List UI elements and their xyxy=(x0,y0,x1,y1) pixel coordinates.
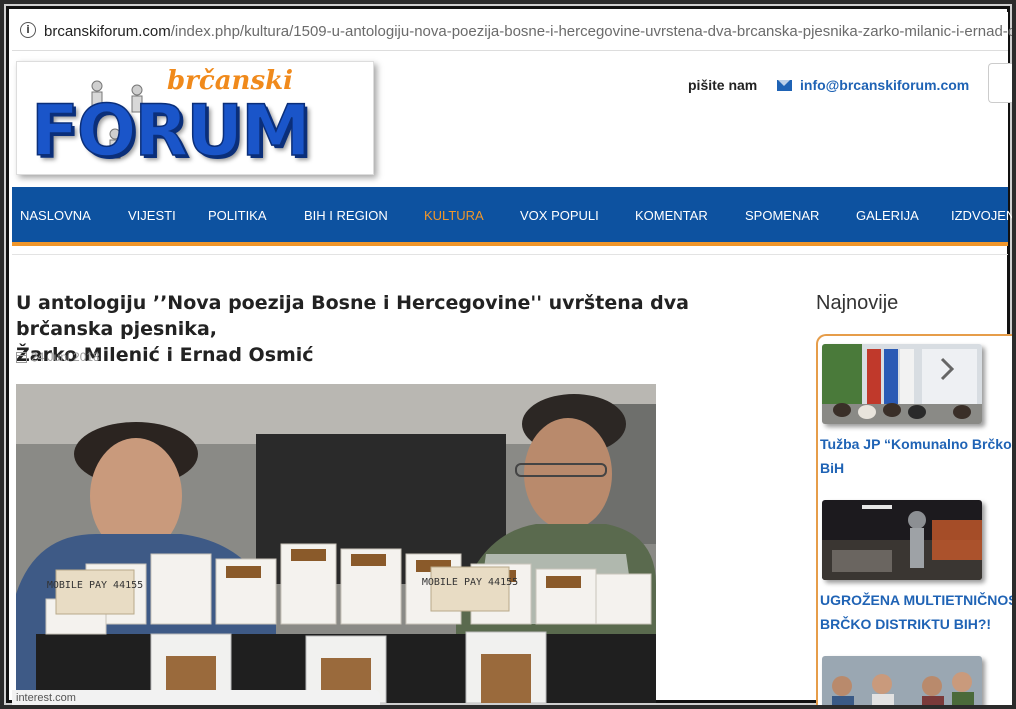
envelope-icon xyxy=(777,79,792,91)
news-thumbnail[interactable] xyxy=(822,500,982,580)
write-to-us-label: pišite nam xyxy=(688,77,758,93)
news-title-link[interactable]: UGROŽENA MULTIETNIČNOS BRČKO DISTRIKTU B… xyxy=(820,588,1016,636)
main-navigation: NASLOVNA VIJESTI POLITIKA BIH I REGION K… xyxy=(12,187,1012,246)
email-text: info@brcanskiforum.com xyxy=(800,77,970,93)
nav-item-spomenar[interactable]: SPOMENAR xyxy=(745,208,819,223)
address-bar[interactable]: i brcanskiforum.com/index.php/kultura/15… xyxy=(12,12,1012,51)
article-title-line-1: U antologiju ’’Nova poezija Bosne i Herc… xyxy=(16,292,689,340)
url-text[interactable]: brcanskiforum.com/index.php/kultura/1509… xyxy=(44,23,1016,40)
browser-window: i brcanskiforum.com/index.php/kultura/15… xyxy=(0,0,1016,709)
article-date: 24 Juni 2018 xyxy=(16,350,100,364)
news-thumbnail[interactable] xyxy=(822,344,982,424)
info-circle-icon[interactable]: i xyxy=(20,22,36,38)
nav-item-galerija[interactable]: GALERIJA xyxy=(856,208,919,223)
news-thumbnail-illustration xyxy=(822,656,982,705)
nav-item-komentar[interactable]: KOMENTAR xyxy=(635,208,708,223)
nav-item-vijesti[interactable]: VIJESTI xyxy=(128,208,176,223)
news-title-line-2: BiH xyxy=(820,460,845,476)
logo-title: FORUM xyxy=(30,89,311,173)
article-title: U antologiju ’’Nova poezija Bosne i Herc… xyxy=(16,290,776,368)
article-date-text: 24 Juni 2018 xyxy=(31,350,100,364)
sidebar-heading: Najnovije xyxy=(816,292,899,314)
news-title-line-2: BRČKO DISTRIKTU BIH?! xyxy=(820,616,992,632)
news-thumbnail-illustration xyxy=(822,500,982,580)
nav-item-izdvojeno[interactable]: IZDVOJEN xyxy=(951,208,1012,223)
nav-item-bih-i-region[interactable]: BIH I REGION xyxy=(304,208,388,223)
photo-sign-right: MOBILE PAY 44155 xyxy=(422,577,518,588)
search-input[interactable] xyxy=(988,63,1012,103)
site-logo[interactable]: brčanski FORUM xyxy=(16,61,374,175)
news-title-link[interactable]: Tužba JP “Komunalno Brčko BiH xyxy=(820,432,1012,480)
article-title-line-2: Žarko Milenić i Ernad Osmić xyxy=(16,344,314,366)
news-thumbnail-illustration xyxy=(822,344,982,424)
email-link[interactable]: info@brcanskiforum.com xyxy=(777,77,969,93)
news-title-line-1: UGROŽENA MULTIETNIČNOS xyxy=(820,592,1016,608)
nav-item-vox-populi[interactable]: VOX POPULI xyxy=(520,208,599,223)
site-header: brčanski FORUM pišite nam info@brcanskif… xyxy=(12,51,1012,187)
news-thumbnail[interactable] xyxy=(822,656,982,705)
news-title-line-1: Tužba JP “Komunalno Brčko xyxy=(820,436,1012,452)
attribution-text: interest.com xyxy=(12,690,380,705)
url-path: /index.php/kultura/1509-u-antologiju-nov… xyxy=(170,23,1016,40)
nav-item-naslovna[interactable]: NASLOVNA xyxy=(20,208,91,223)
url-host: brcanskiforum.com xyxy=(44,23,171,40)
latest-news-box: Tužba JP “Komunalno Brčko BiH UGROŽENA M… xyxy=(816,334,1016,705)
divider xyxy=(12,254,1008,255)
nav-item-kultura[interactable]: KULTURA xyxy=(424,208,484,223)
nav-item-politika[interactable]: POLITIKA xyxy=(208,208,267,223)
article-photo-illustration: MOBILE PAY 44155 MOBILE PAY 44155 xyxy=(16,384,656,703)
calendar-icon xyxy=(16,351,27,363)
photo-sign-left: MOBILE PAY 44155 xyxy=(47,580,143,591)
article-photo[interactable]: MOBILE PAY 44155 MOBILE PAY 44155 xyxy=(16,384,656,703)
